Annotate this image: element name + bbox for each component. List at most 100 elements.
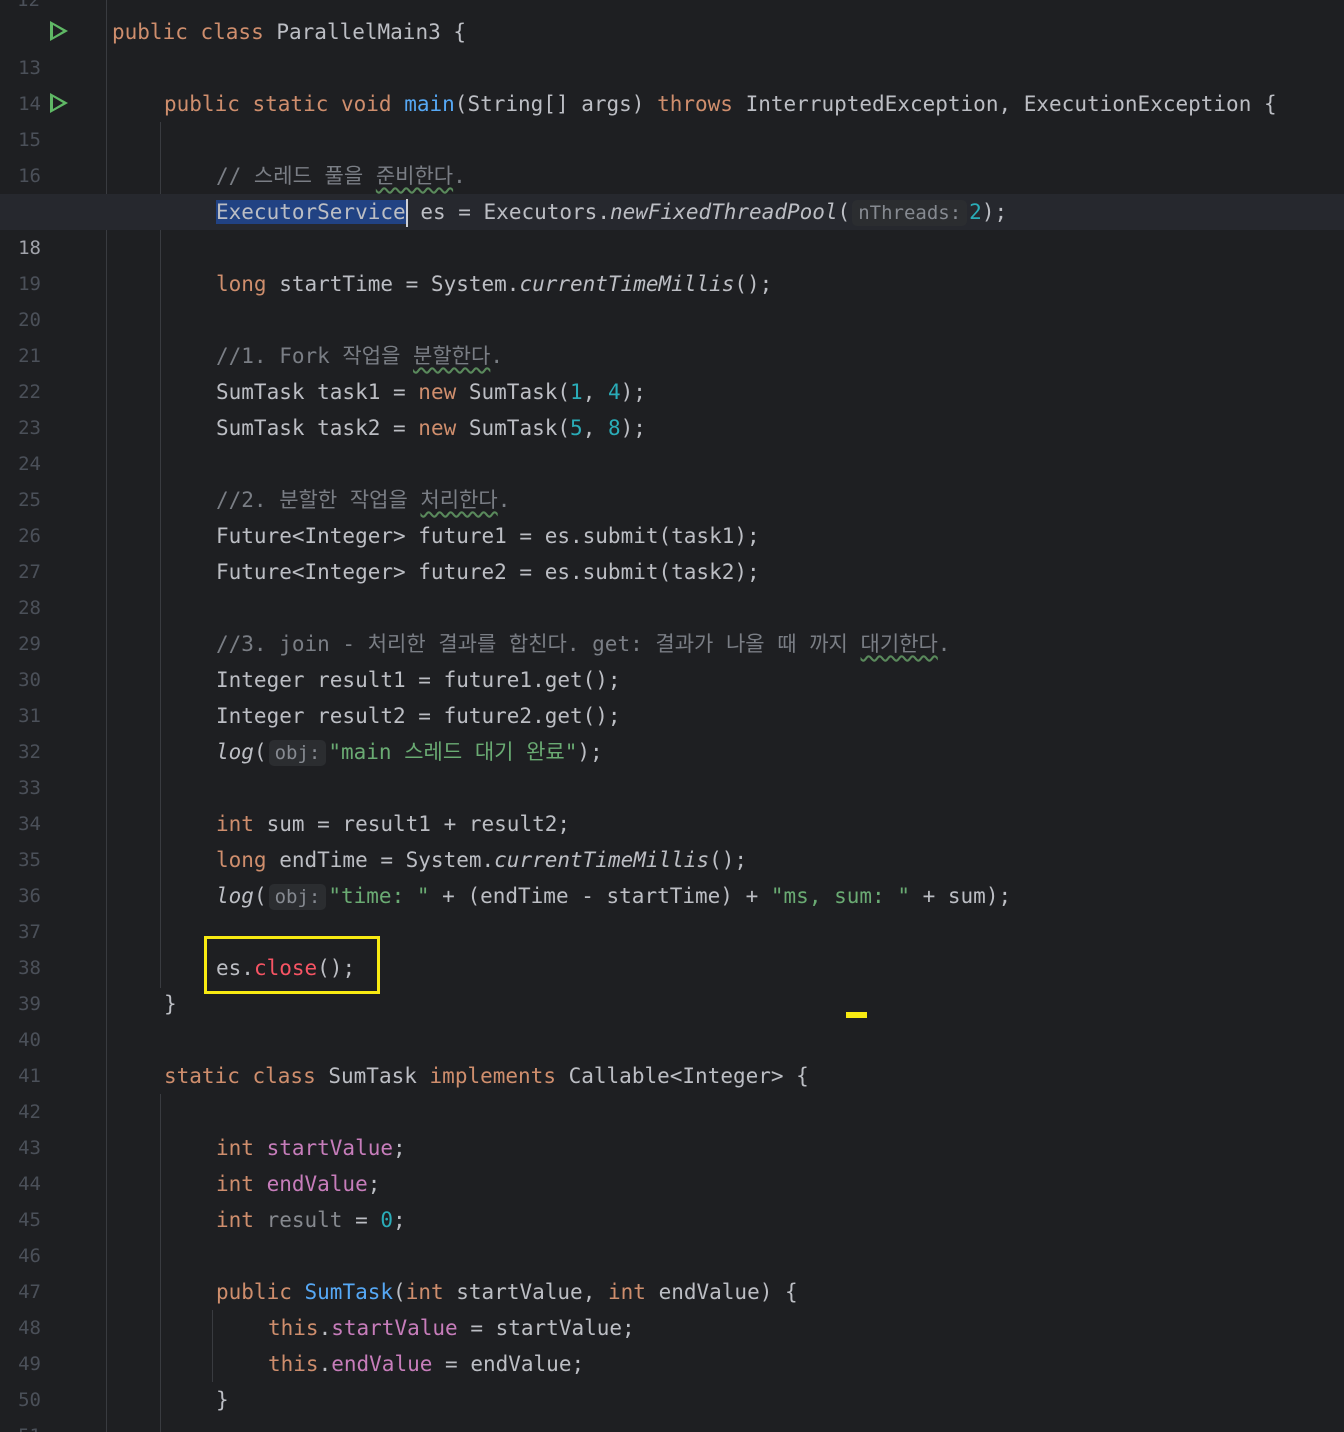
code-line-38[interactable]: 38 bbox=[0, 914, 1344, 979]
token-keyword: int bbox=[405, 1280, 457, 1304]
token-comment: //1. Fork 작업을 bbox=[216, 344, 414, 368]
token-keyword: long bbox=[216, 848, 280, 872]
code-line-45[interactable]: 45 int endValue; bbox=[0, 1166, 1344, 1231]
token-static-method: newFixedThreadPool bbox=[609, 200, 838, 224]
code-line-44[interactable]: 44 int startValue; bbox=[0, 1130, 1344, 1195]
annotation-marker bbox=[846, 1012, 867, 1018]
token-comment: //2. 분할한 작업을 bbox=[216, 488, 421, 512]
code-line-35[interactable]: 35 int sum = result1 + result2; bbox=[0, 806, 1344, 871]
code-line-14[interactable]: 14 bbox=[0, 50, 1344, 115]
code-line-48[interactable]: 48 public SumTask(int startValue, int en… bbox=[0, 1274, 1344, 1339]
token-keyword: int bbox=[607, 1280, 659, 1304]
code-line-23[interactable]: 23 SumTask task1 = new SumTask(1, 4); bbox=[0, 374, 1344, 439]
token-number: 2 bbox=[969, 200, 982, 224]
token-comment-typo: 대기한다 bbox=[860, 632, 938, 656]
code-line-51[interactable]: 51 } bbox=[0, 1382, 1344, 1432]
code-line-39[interactable]: 39 es.close(); bbox=[0, 950, 1344, 1015]
token-field: startValue bbox=[331, 1316, 458, 1340]
code-line-19[interactable]: 19 bbox=[0, 230, 1344, 295]
token-keyword: implements bbox=[429, 1064, 569, 1088]
token-code: Future<Integer> future2 = es.submit(task… bbox=[216, 560, 760, 584]
code-line-40[interactable]: 40 } bbox=[0, 986, 1344, 1051]
code-line-15[interactable]: 15 public static void main(String[] args… bbox=[0, 86, 1344, 151]
code-line-41[interactable]: 41 bbox=[0, 1022, 1344, 1087]
token-code: Future<Integer> future1 = es.submit(task… bbox=[216, 524, 760, 548]
code-line-29[interactable]: 29 bbox=[0, 590, 1344, 655]
code-line-25[interactable]: 25 bbox=[0, 446, 1344, 511]
code-line-31[interactable]: 31 Integer result1 = future1.get(); bbox=[0, 662, 1344, 727]
code-line-13[interactable]: 13 public class ParallelMain3 { bbox=[0, 14, 1344, 79]
token-code: Integer result1 = future1.get(); bbox=[216, 668, 621, 692]
code-line-49[interactable]: 49 this.startValue = startValue; bbox=[0, 1310, 1344, 1375]
code-line-30[interactable]: 30 //3. join - 처리한 결과를 합친다. get: 결과가 나올 … bbox=[0, 626, 1344, 691]
annotation-highlight-box bbox=[204, 936, 380, 994]
token-keyword: int bbox=[216, 1136, 267, 1160]
token-field: startValue bbox=[266, 1136, 394, 1160]
token-number: 8 bbox=[607, 416, 621, 440]
code-line-20[interactable]: 20 long startTime = System.currentTimeMi… bbox=[0, 266, 1344, 331]
code-line-26[interactable]: 26 //2. 분할한 작업을 처리한다. bbox=[0, 482, 1344, 547]
token-string: "ms, sum: " bbox=[770, 884, 910, 908]
token-brace: } bbox=[216, 1388, 229, 1412]
parameter-hint: nThreads: bbox=[852, 200, 968, 226]
token-comment-typo: 분할한다 bbox=[413, 344, 491, 368]
token-number: 5 bbox=[570, 416, 583, 440]
token-comment-typo: 처리한다 bbox=[420, 488, 498, 512]
token-method-name: main bbox=[404, 92, 455, 116]
token-keyword: new bbox=[418, 416, 469, 440]
run-icon[interactable] bbox=[50, 21, 68, 41]
code-editor[interactable]: 12 13 public class ParallelMain3 { 14 15… bbox=[0, 0, 1344, 1432]
token-keyword: int bbox=[216, 1172, 267, 1196]
parameter-hint: obj: bbox=[268, 740, 327, 766]
code-line-28[interactable]: 28 Future<Integer> future2 = es.submit(t… bbox=[0, 554, 1344, 619]
token-keyword: int bbox=[216, 812, 267, 836]
code-line-43[interactable]: 43 bbox=[0, 1094, 1344, 1159]
parameter-hint: obj: bbox=[268, 884, 327, 910]
token-keyword: throws bbox=[657, 92, 746, 116]
token-string: "time: " bbox=[328, 884, 430, 908]
token-keyword: this bbox=[268, 1352, 319, 1376]
code-line-47[interactable]: 47 bbox=[0, 1238, 1344, 1303]
run-icon[interactable] bbox=[50, 93, 68, 113]
token-keyword: new bbox=[418, 380, 469, 404]
code-line-34[interactable]: 34 bbox=[0, 770, 1344, 835]
line-number-partial-top: 12 bbox=[17, 0, 41, 6]
code-line-33[interactable]: 33 log(obj: "main 스레드 대기 완료"); bbox=[0, 734, 1344, 799]
token-comment: //3. join - 처리한 결과를 합친다. get: 결과가 나올 때 까… bbox=[216, 632, 861, 656]
token-number: 4 bbox=[607, 380, 621, 404]
token-class-name: ParallelMain3 { bbox=[276, 20, 467, 44]
code-line-17[interactable]: 17 // 스레드 풀을 준비한다. bbox=[0, 158, 1344, 223]
code-line-46[interactable]: 46 int result = 0; bbox=[0, 1202, 1344, 1267]
code-line-21[interactable]: 21 bbox=[0, 302, 1344, 367]
code-line-22[interactable]: 22 //1. Fork 작업을 분할한다. bbox=[0, 338, 1344, 403]
code-line-16[interactable]: 16 bbox=[0, 122, 1344, 187]
code-line-50[interactable]: 50 this.endValue = endValue; bbox=[0, 1346, 1344, 1411]
token-string: "main 스레드 대기 완료" bbox=[328, 740, 578, 764]
token-code: Integer result2 = future2.get(); bbox=[216, 704, 621, 728]
code-line-18-current[interactable]: 18 ExecutorService es = Executors.newFix… bbox=[0, 194, 1344, 259]
selected-text[interactable]: ExecutorService bbox=[216, 200, 406, 224]
code-line-24[interactable]: 24 SumTask task2 = new SumTask(5, 8); bbox=[0, 410, 1344, 475]
token-keyword: int bbox=[216, 1208, 267, 1232]
token-static-method: currentTimeMillis bbox=[494, 848, 710, 872]
code-line-32[interactable]: 32 Integer result2 = future2.get(); bbox=[0, 698, 1344, 763]
token-field: endValue bbox=[331, 1352, 433, 1376]
token-comment: // 스레드 풀을 bbox=[216, 164, 376, 188]
token-constructor-name: SumTask bbox=[304, 1280, 394, 1304]
token-number: 0 bbox=[380, 1208, 394, 1232]
token-exceptions: InterruptedException, ExecutionException… bbox=[745, 92, 1277, 116]
token-keyword: public static void bbox=[164, 92, 405, 116]
token-field: endValue bbox=[266, 1172, 368, 1196]
code-line-27[interactable]: 27 Future<Integer> future1 = es.submit(t… bbox=[0, 518, 1344, 583]
code-line-36[interactable]: 36 long endTime = System.currentTimeMill… bbox=[0, 842, 1344, 907]
token-keyword: static class bbox=[164, 1064, 329, 1088]
token-comment-typo: 준비한다 bbox=[375, 164, 454, 188]
token-comment: . bbox=[453, 164, 466, 188]
token-code: es = Executors. bbox=[407, 200, 610, 224]
token-keyword: public class bbox=[112, 20, 277, 44]
code-line-37[interactable]: 37 log(obj: "time: " + (endTime - startTi… bbox=[0, 878, 1344, 943]
token-params: (String[] args) bbox=[454, 92, 658, 116]
token-static-method: log bbox=[216, 740, 254, 764]
code-line-42[interactable]: 42 static class SumTask implements Calla… bbox=[0, 1058, 1344, 1123]
line-number: 51 bbox=[0, 1418, 41, 1432]
